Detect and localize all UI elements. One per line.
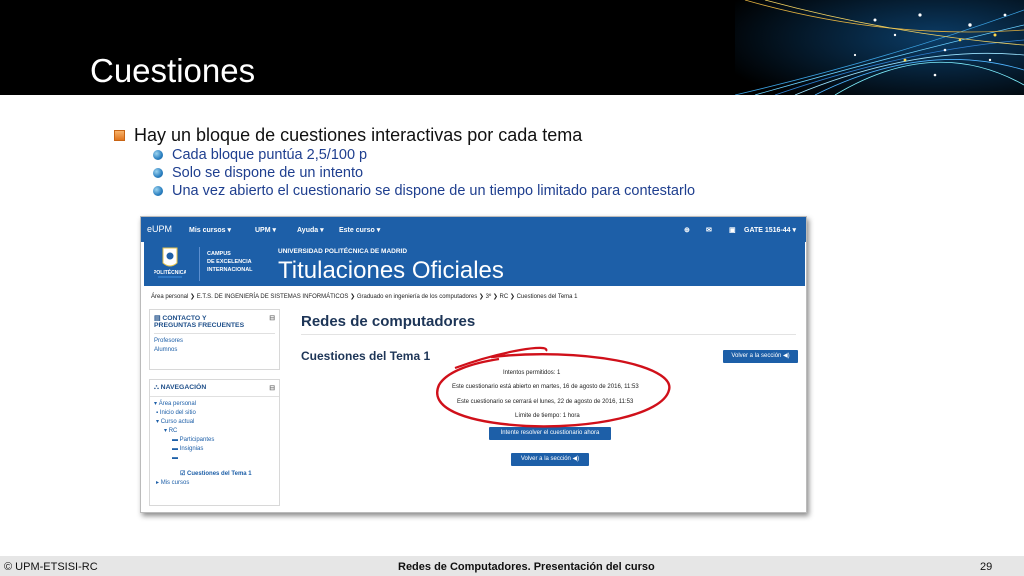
- user-avatar-icon[interactable]: ▣: [729, 226, 736, 234]
- nav-tree-item[interactable]: ▾ Curso actual: [150, 418, 279, 427]
- brand-link[interactable]: eUPM: [147, 224, 172, 234]
- nav-tree-item[interactable]: ▪ Inicio del sitio: [150, 409, 279, 418]
- nav-este-curso[interactable]: Este curso ▾: [339, 226, 380, 234]
- university-name: UNIVERSIDAD POLITÉCNICA DE MADRID: [278, 248, 408, 255]
- upm-logo-icon: POLITÉCNICA: [154, 245, 186, 283]
- chevron-right-icon: ❯: [478, 294, 486, 300]
- campus-label: CAMPUS DE EXCELENCIA INTERNACIONAL: [207, 250, 253, 274]
- chevron-right-icon: ❯: [190, 294, 197, 300]
- collapse-icon[interactable]: ⊟: [269, 314, 275, 322]
- blue-bullet-icon: [153, 168, 163, 178]
- navigation-title: NAVEGACIÓN: [160, 384, 207, 391]
- nav-tree-item[interactable]: ▾ Área personal: [150, 400, 279, 409]
- main-bullet-text: Hay un bloque de cuestiones interactivas…: [134, 125, 583, 145]
- breadcrumb-item[interactable]: Graduado en ingeniería de los computador…: [357, 294, 477, 300]
- link-alumnos[interactable]: Alumnos: [154, 346, 275, 355]
- link-profesores[interactable]: Profesores: [154, 337, 275, 346]
- red-annotation-ellipse: [436, 346, 671, 428]
- blue-bullet-icon: [153, 150, 163, 160]
- banner-divider: [199, 247, 200, 281]
- banner-title: Titulaciones Oficiales: [278, 257, 504, 284]
- breadcrumb-item[interactable]: 3º: [486, 294, 492, 300]
- back-to-section-button[interactable]: Volver a la sección ◀): [723, 350, 798, 363]
- nav-tree-item[interactable]: ▾ RC: [150, 427, 279, 436]
- contact-block: ▤ CONTACTO Y ⊟ PREGUNTAS FRECUENTES Prof…: [149, 309, 280, 370]
- quiz-title: Cuestiones del Tema 1: [301, 349, 431, 363]
- chevron-right-icon: ❯: [350, 294, 357, 300]
- main-bullet: Hay un bloque de cuestiones interactivas…: [114, 125, 582, 146]
- nav-tree-item-active[interactable]: ☑ Cuestiones del Tema 1: [150, 463, 279, 479]
- contact-title: CONTACTO Y: [162, 315, 207, 322]
- nav-tree-item[interactable]: ▸ Mis cursos: [150, 479, 279, 488]
- breadcrumb-item[interactable]: Cuestiones del Tema 1: [517, 294, 578, 300]
- orange-bullet-icon: [114, 130, 125, 141]
- moodle-banner: POLITÉCNICA CAMPUS DE EXCELENCIA INTERNA…: [144, 242, 805, 286]
- collapse-icon[interactable]: ⊟: [269, 384, 275, 392]
- footer-copyright: © UPM-ETSISI-RC: [4, 561, 98, 573]
- folder-icon: ▬: [172, 446, 180, 452]
- user-menu[interactable]: GATE 1516-44 ▾: [744, 226, 796, 234]
- sub-bullet: Una vez abierto el cuestionario se dispo…: [153, 183, 695, 199]
- breadcrumb-item[interactable]: Área personal: [151, 294, 188, 300]
- sitemap-icon: ⛬: [154, 384, 161, 391]
- moodle-screenshot: eUPM Mis cursos ▾ UPM ▾ Ayuda ▾ Este cur…: [140, 216, 807, 513]
- logo-text: POLITÉCNICA: [154, 268, 186, 276]
- breadcrumb-item[interactable]: E.T.S. DE INGENIERÍA DE SISTEMAS INFORMÁ…: [197, 294, 349, 300]
- footer-title: Redes de Computadores. Presentación del …: [398, 561, 655, 573]
- breadcrumb-item[interactable]: RC: [500, 294, 509, 300]
- messages-icon[interactable]: ✉: [706, 226, 712, 234]
- contact-title: PREGUNTAS FRECUENTES: [154, 322, 245, 329]
- fiber-optic-image: [735, 0, 1024, 95]
- sub-bullet: Solo se dispone de un intento: [153, 165, 363, 181]
- nav-tree-item[interactable]: ▬ Participantes: [150, 436, 279, 445]
- page-number: 29: [980, 561, 993, 573]
- back-to-section-button[interactable]: Volver a la sección ◀): [511, 453, 589, 466]
- campus-line: INTERNACIONAL: [207, 267, 253, 273]
- divider: [301, 334, 796, 335]
- blue-bullet-icon: [153, 186, 163, 196]
- moodle-navbar: eUPM Mis cursos ▾ UPM ▾ Ayuda ▾ Este cur…: [141, 217, 806, 242]
- target-icon[interactable]: ⊕: [684, 226, 690, 234]
- nav-tree-item[interactable]: ▬ Insignias: [150, 445, 279, 454]
- sub-bullet-text: Cada bloque puntúa 2,5/100 p: [172, 147, 368, 163]
- slide-footer: © UPM-ETSISI-RC Redes de Computadores. P…: [0, 556, 1024, 576]
- navigation-block: ⛬ NAVEGACIÓN ⊟ ▾ Área personal ▪ Inicio …: [149, 379, 280, 506]
- contact-block-header: ▤ CONTACTO Y ⊟ PREGUNTAS FRECUENTES: [150, 310, 279, 333]
- course-title: Redes de computadores: [301, 313, 476, 330]
- slide: Cuestiones Hay un bloque de cuestiones i…: [0, 0, 1024, 576]
- quiz-icon: ☑: [180, 471, 188, 477]
- folder-icon: ▬: [172, 455, 178, 461]
- navigation-block-header: ⛬ NAVEGACIÓN ⊟: [150, 380, 279, 397]
- sub-bullet: Cada bloque puntúa 2,5/100 p: [153, 147, 367, 163]
- nav-mis-cursos[interactable]: Mis cursos ▾: [189, 226, 231, 234]
- sub-bullet-text: Solo se dispone de un intento: [172, 165, 364, 181]
- slide-header: Cuestiones: [0, 0, 1024, 95]
- sub-bullet-text: Una vez abierto el cuestionario se dispo…: [172, 183, 696, 199]
- chevron-right-icon: ❯: [509, 294, 517, 300]
- chevron-right-icon: ❯: [492, 294, 500, 300]
- campus-line: CAMPUS: [207, 251, 231, 257]
- nav-ayuda[interactable]: Ayuda ▾: [297, 226, 324, 234]
- breadcrumb: Área personal ❯ E.T.S. DE INGENIERÍA DE …: [151, 293, 578, 300]
- nav-tree-item[interactable]: ▬: [150, 454, 279, 463]
- campus-line: DE EXCELENCIA: [207, 259, 252, 265]
- nav-upm[interactable]: UPM ▾: [255, 226, 276, 234]
- folder-icon: ▬: [172, 437, 180, 443]
- slide-title: Cuestiones: [90, 52, 256, 89]
